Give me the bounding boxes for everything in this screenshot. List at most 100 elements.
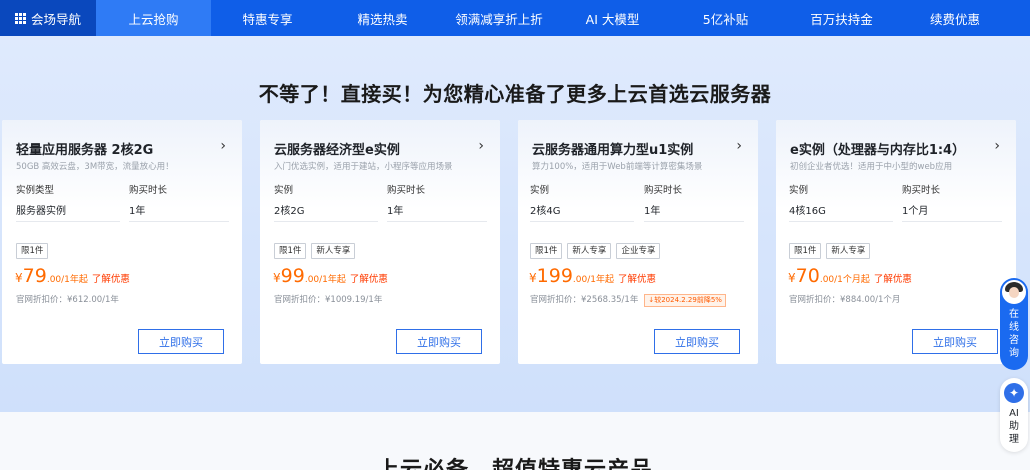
buy-now-button[interactable]: 立即购买 <box>138 329 224 354</box>
nav-item-venue-guide[interactable]: 会场导航 <box>0 0 96 36</box>
price-value: 70 <box>795 265 820 287</box>
tag: 新人专享 <box>826 243 871 259</box>
nav-item-renewal[interactable]: 续费优惠 <box>900 0 1010 36</box>
product-card-lightweight: 轻量应用服务器 2核2G › 50GB 高效云盘，3M带宽，流量放心用！ 实例类… <box>2 120 242 364</box>
buy-now-button[interactable]: 立即购买 <box>912 329 998 354</box>
price-unit: .00/1年起 <box>304 275 346 285</box>
price: ¥199.00/1年起 了解优惠 <box>529 265 656 287</box>
consult-label: 在线咨询 <box>1009 309 1019 359</box>
agent-avatar-icon <box>1002 280 1026 304</box>
price-unit: .00/1个月起 <box>819 275 870 285</box>
divider <box>16 221 120 222</box>
ai-assistant-button[interactable]: ✦ AI助理 <box>1000 378 1028 452</box>
nav-item-support-fund[interactable]: 百万扶持金 <box>783 0 900 36</box>
nav-item-cloud-rush[interactable]: 上云抢购 <box>96 0 211 36</box>
price-currency: ¥ <box>15 271 23 285</box>
spec-label: 实例类型 <box>16 185 55 196</box>
card-subtitle: 50GB 高效云盘，3M带宽，流量放心用！ <box>16 162 174 172</box>
original-price: 官网折扣价：¥1009.19/1年 <box>274 295 383 305</box>
learn-discount-link[interactable]: 了解优惠 <box>350 274 388 285</box>
nav-item-label: 百万扶持金 <box>810 11 873 27</box>
divider <box>274 221 378 222</box>
original-price-text: 官网折扣价：¥2568.35/1年 <box>530 295 639 305</box>
tag-list: 限1件 新人专享 企业专享 <box>530 243 661 259</box>
price-currency: ¥ <box>529 271 537 285</box>
price: ¥70.00/1个月起 了解优惠 <box>788 265 912 287</box>
nav-item-label: 上云抢购 <box>128 11 179 27</box>
spec-value: 2核2G <box>274 206 305 217</box>
product-card-general-u1: 云服务器通用算力型u1实例 › 算力100%，适用于Web前端等计算密集场景 实… <box>518 120 758 364</box>
nav-item-label: AI 大模型 <box>585 11 640 27</box>
price-drop-badge: ↓较2024.2.29前降5% <box>644 294 726 307</box>
nav-item-special-offers[interactable]: 特惠专享 <box>211 0 324 36</box>
nav-item-subsidy[interactable]: 5亿补贴 <box>668 0 783 36</box>
nav-item-ai-models[interactable]: AI 大模型 <box>557 0 668 36</box>
price-currency: ¥ <box>273 271 281 285</box>
tag: 新人专享 <box>311 243 356 259</box>
card-subtitle: 入门优选实例，适用于建站，小程序等应用场景 <box>274 162 453 172</box>
ai-assistant-label: AI助理 <box>1009 408 1019 445</box>
nav-item-label: 特惠专享 <box>242 11 293 27</box>
spec-value: 4核16G <box>789 206 826 217</box>
spec-value: 服务器实例 <box>16 206 66 217</box>
spec-label: 实例 <box>274 185 294 196</box>
card-subtitle: 初创企业者优选！适用于中小型的web应用 <box>790 162 953 172</box>
product-card-economy-e: 云服务器经济型e实例 › 入门优选实例，适用于建站，小程序等应用场景 实例 购买… <box>260 120 500 364</box>
spec-label: 购买时长 <box>902 185 941 196</box>
tag: 限1件 <box>274 243 307 259</box>
learn-discount-link[interactable]: 了解优惠 <box>92 274 130 285</box>
card-title[interactable]: 云服务器经济型e实例 <box>274 139 400 158</box>
spec-value: 1个月 <box>902 206 929 217</box>
spec-label: 实例 <box>530 185 550 196</box>
spec-value: 1年 <box>129 206 146 217</box>
top-nav: 会场导航 上云抢购 特惠专享 精选热卖 领满减享折上折 AI 大模型 5亿补贴 … <box>0 0 1030 36</box>
card-title[interactable]: e实例（处理器与内存比1:4） <box>790 139 965 158</box>
buy-now-button[interactable]: 立即购买 <box>654 329 740 354</box>
grid-icon <box>14 12 26 24</box>
nav-item-hot-sales[interactable]: 精选热卖 <box>324 0 441 36</box>
spec-label: 购买时长 <box>387 185 426 196</box>
price-unit: .00/1年起 <box>46 275 88 285</box>
buy-now-button[interactable]: 立即购买 <box>396 329 482 354</box>
tag: 企业专享 <box>616 243 661 259</box>
divider <box>902 221 1002 222</box>
tag: 限1件 <box>789 243 822 259</box>
chevron-right-icon[interactable]: › <box>736 138 742 154</box>
original-price: 官网折扣价：¥612.00/1年 <box>16 295 119 305</box>
spec-label: 实例 <box>789 185 809 196</box>
tag: 限1件 <box>16 243 49 259</box>
price-value: 79 <box>22 265 47 287</box>
chevron-right-icon[interactable]: › <box>220 138 226 154</box>
nav-item-label: 会场导航 <box>30 11 81 27</box>
card-subtitle: 算力100%，适用于Web前端等计算密集场景 <box>532 162 703 172</box>
spec-value: 2核4G <box>530 206 561 217</box>
chevron-right-icon[interactable]: › <box>994 138 1000 154</box>
learn-discount-link[interactable]: 了解优惠 <box>618 274 656 285</box>
card-title[interactable]: 云服务器通用算力型u1实例 <box>532 139 693 158</box>
card-title[interactable]: 轻量应用服务器 2核2G <box>16 139 153 158</box>
tag-list: 限1件 <box>16 243 49 259</box>
nav-item-discounts[interactable]: 领满减享折上折 <box>441 0 557 36</box>
nav-item-label: 5亿补贴 <box>702 11 749 27</box>
spec-label: 购买时长 <box>129 185 168 196</box>
learn-discount-link[interactable]: 了解优惠 <box>874 274 912 285</box>
spec-value: 1年 <box>644 206 661 217</box>
price-value: 99 <box>280 265 305 287</box>
product-card-e-1-4: e实例（处理器与内存比1:4） › 初创企业者优选！适用于中小型的web应用 实… <box>776 120 1016 364</box>
price: ¥99.00/1年起 了解优惠 <box>273 265 388 287</box>
divider <box>644 221 744 222</box>
section-headline: 不等了！直接买！为您精心准备了更多上云首选云服务器 <box>258 82 772 106</box>
original-price: 官网折扣价：¥884.00/1个月 <box>789 295 901 305</box>
price-unit: .00/1年起 <box>572 275 614 285</box>
divider <box>129 221 229 222</box>
spec-value: 1年 <box>387 206 404 217</box>
price: ¥79.00/1年起 了解优惠 <box>15 265 130 287</box>
next-section-title: 上云必备，超值特惠云产品 <box>0 452 1030 470</box>
nav-item-label: 续费优惠 <box>929 11 980 27</box>
online-consult-button[interactable]: 在线咨询 <box>1000 278 1028 370</box>
original-price: 官网折扣价：¥2568.35/1年 ↓较2024.2.29前降5% <box>530 293 726 307</box>
ai-assistant-icon: ✦ <box>1004 383 1024 403</box>
price-value: 199 <box>536 265 573 287</box>
chevron-right-icon[interactable]: › <box>478 138 484 154</box>
tag-list: 限1件 新人专享 <box>789 243 871 259</box>
